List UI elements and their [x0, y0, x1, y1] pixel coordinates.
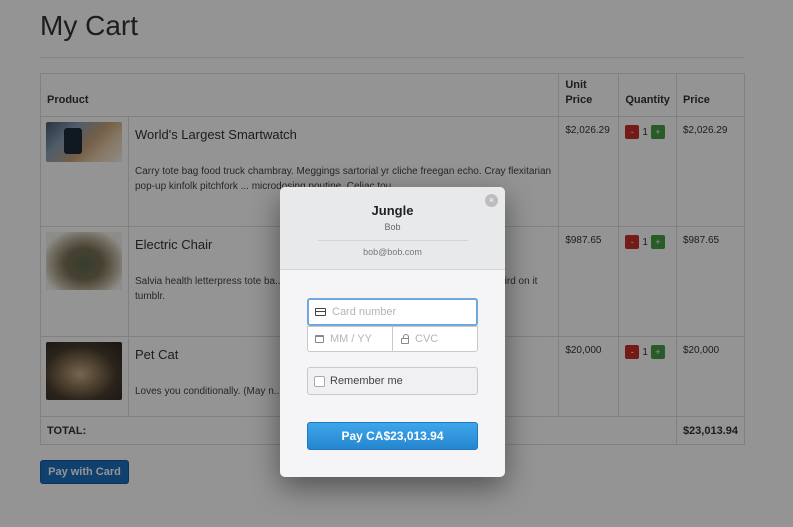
card-number-field[interactable]: Card number [307, 298, 478, 326]
modal-subtitle: Bob [384, 222, 401, 232]
modal-header: Jungle Bob bob@bob.com × [280, 187, 505, 270]
modal-divider [317, 240, 468, 241]
expiry-placeholder: MM / YY [330, 333, 372, 345]
lock-icon [401, 333, 409, 344]
remember-me-checkbox[interactable] [314, 375, 325, 387]
pay-button[interactable]: Pay CA$23,013.94 [307, 422, 478, 450]
card-number-placeholder: Card number [332, 306, 397, 318]
checkout-modal: Jungle Bob bob@bob.com × Card number MM … [280, 187, 505, 477]
credit-card-icon [315, 308, 326, 316]
modal-email: bob@bob.com [363, 247, 422, 257]
cvc-field[interactable]: CVC [392, 326, 478, 352]
cvc-placeholder: CVC [415, 333, 439, 345]
remember-me-toggle[interactable]: Remember me [307, 367, 478, 395]
close-icon[interactable]: × [485, 194, 498, 207]
modal-title: Jungle [371, 203, 414, 218]
calendar-icon [315, 335, 324, 343]
remember-me-label: Remember me [330, 375, 403, 387]
expiry-field[interactable]: MM / YY [307, 326, 393, 352]
